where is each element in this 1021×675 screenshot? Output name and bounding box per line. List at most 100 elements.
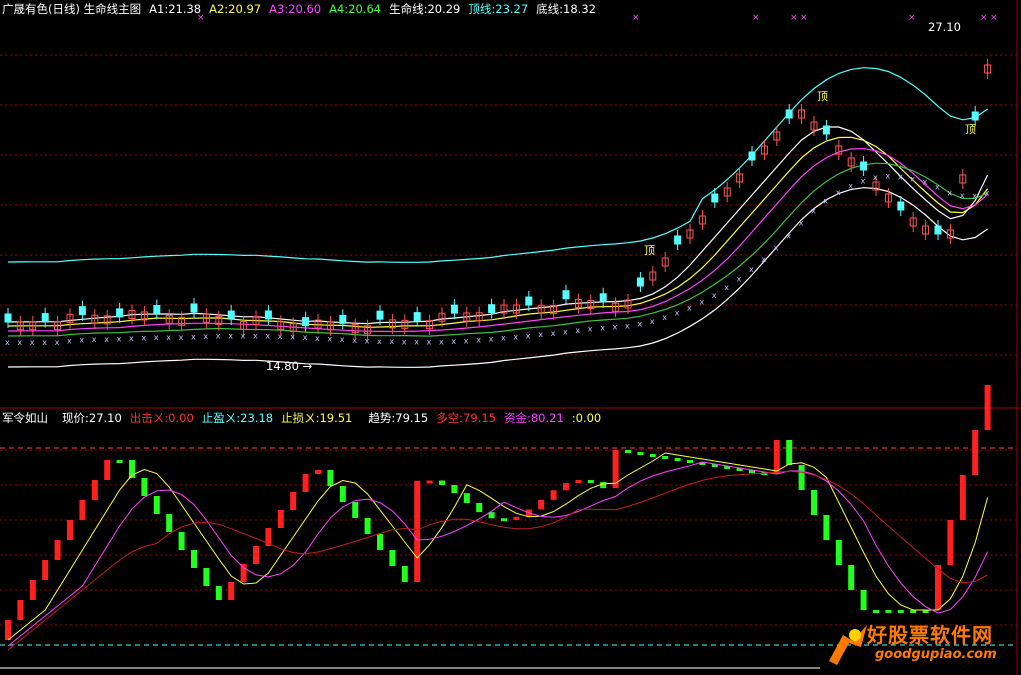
sub-bar xyxy=(947,520,954,565)
life-line-marker: x xyxy=(241,331,246,340)
life-line-marker: x xyxy=(786,231,791,240)
sub-bar xyxy=(451,484,458,494)
life-line-marker: x xyxy=(377,337,382,346)
life-line-marker: x xyxy=(290,333,295,342)
a2-line xyxy=(7,136,989,328)
low-price-label: 14.80 → xyxy=(266,359,312,373)
sub-bar xyxy=(17,600,24,620)
bull-logo-icon xyxy=(829,625,867,665)
sub-bar xyxy=(228,582,235,600)
current-price: 现价:27.10 xyxy=(62,411,122,425)
watermark-en: goodgupiao.com xyxy=(875,647,997,662)
sub-bar xyxy=(339,486,346,502)
life-line-marker: x xyxy=(749,265,754,274)
trend-value: 趋势:79.15 xyxy=(368,411,429,425)
sub-bar xyxy=(116,460,123,463)
attack-value: 出击ㄨ:0.00 xyxy=(129,411,194,425)
candle-body xyxy=(525,296,533,306)
extra-value: :0.00 xyxy=(571,411,602,425)
top-mark-2: 顶 xyxy=(965,123,976,136)
life-line-marker: x xyxy=(712,291,717,300)
sub-chart-header: 军令如山 现价:27.10 出击ㄨ:0.00 止盈ㄨ:23.18 止损ㄨ:19.… xyxy=(2,410,601,426)
life-line-marker: x xyxy=(650,317,655,326)
bottom-line-value: 底线:18.32 xyxy=(536,2,596,16)
signal-mark: × xyxy=(752,13,760,23)
life-line-marker: x xyxy=(724,283,729,292)
signal-mark: × xyxy=(800,13,808,23)
candle-body xyxy=(934,225,942,235)
candlesticks xyxy=(4,59,992,340)
candle-body xyxy=(599,293,607,303)
sub-bar xyxy=(377,534,383,550)
chart-canvas[interactable]: xxxxxxxxxxxxxxxxxxxxxxxxxxxxxxxxxxxxxxxx… xyxy=(0,0,1021,675)
life-line-marker: x xyxy=(613,322,618,331)
sub-bar xyxy=(885,610,892,613)
sub-bar xyxy=(897,610,904,613)
sub-bar xyxy=(253,546,259,564)
candle-body xyxy=(376,310,384,320)
candle-body xyxy=(562,290,570,300)
life-line-marker: x xyxy=(898,172,903,181)
life-line-marker: x xyxy=(923,178,928,187)
signal-mark: × xyxy=(980,13,988,23)
sub-bar xyxy=(687,460,693,463)
life-line-marker: x xyxy=(675,309,680,318)
candle-body xyxy=(153,305,161,315)
life-line-marker: x xyxy=(699,298,704,307)
top-mark-3: 顶 xyxy=(644,244,655,257)
life-line-marker: x xyxy=(79,336,84,345)
sub-bar xyxy=(315,470,321,474)
sub-bar xyxy=(91,480,98,500)
sub-bar xyxy=(823,515,830,540)
sub-bar xyxy=(79,500,86,520)
life-line-marker: x xyxy=(191,332,196,341)
a4-value: A4:20.64 xyxy=(329,2,382,16)
candle-body xyxy=(41,313,49,323)
candle-body xyxy=(190,303,198,313)
sub-bar xyxy=(104,460,111,480)
sub-bar xyxy=(587,480,594,484)
sub-bar xyxy=(773,440,780,474)
sub-bar xyxy=(662,456,669,459)
sub-bar xyxy=(141,478,148,496)
life-line-marker: x xyxy=(823,196,828,205)
life-line-marker: x xyxy=(600,323,605,332)
life-line-marker: x xyxy=(414,338,419,347)
life-line-marker: x xyxy=(836,188,841,197)
sub-bar xyxy=(439,480,445,485)
sub-bar xyxy=(290,492,297,510)
candle-body xyxy=(785,109,793,119)
sub-bar xyxy=(476,502,483,513)
life-line-marker: x xyxy=(885,172,890,181)
sub-bar xyxy=(166,514,173,532)
chart-marks: xxxxxxxxxxxxxxxxxxxxxxxxxxxxxxxxxxxxxxxx… xyxy=(5,13,998,347)
life-line-marker: x xyxy=(575,326,580,335)
take-profit-value: 止盈ㄨ:23.18 xyxy=(201,411,274,425)
candle-body xyxy=(413,312,421,322)
life-line-marker: x xyxy=(972,191,977,200)
a3-line xyxy=(7,147,988,333)
life-line-marker: x xyxy=(687,304,692,313)
life-line-value: 生命线:20.29 xyxy=(389,2,461,16)
life-line-marker: x xyxy=(960,191,965,200)
life-line-marker: x xyxy=(117,335,122,344)
life-line-marker: x xyxy=(910,174,915,183)
sub-bar xyxy=(203,568,210,586)
sub-bar xyxy=(501,518,507,522)
sub-bar xyxy=(848,565,855,590)
candle-body xyxy=(339,314,347,324)
life-line-marker: x xyxy=(538,330,543,339)
life-line-marker: x xyxy=(303,333,308,342)
sub-bar xyxy=(67,520,73,540)
a1-line xyxy=(7,126,989,325)
sub-bar xyxy=(811,490,817,515)
a2-value: A2:20.97 xyxy=(209,2,262,16)
stock-chart-window: xxxxxxxxxxxxxxxxxxxxxxxxxxxxxxxxxxxxxxxx… xyxy=(0,0,1021,675)
high-price-label: 27.10 xyxy=(928,20,961,34)
a1-value: A1:21.38 xyxy=(149,2,202,16)
life-line-marker: x xyxy=(216,331,221,340)
life-line-marker: x xyxy=(489,335,494,344)
sub-bar xyxy=(538,499,545,510)
life-line-marker: x xyxy=(92,335,97,344)
sub-bar xyxy=(984,385,991,430)
